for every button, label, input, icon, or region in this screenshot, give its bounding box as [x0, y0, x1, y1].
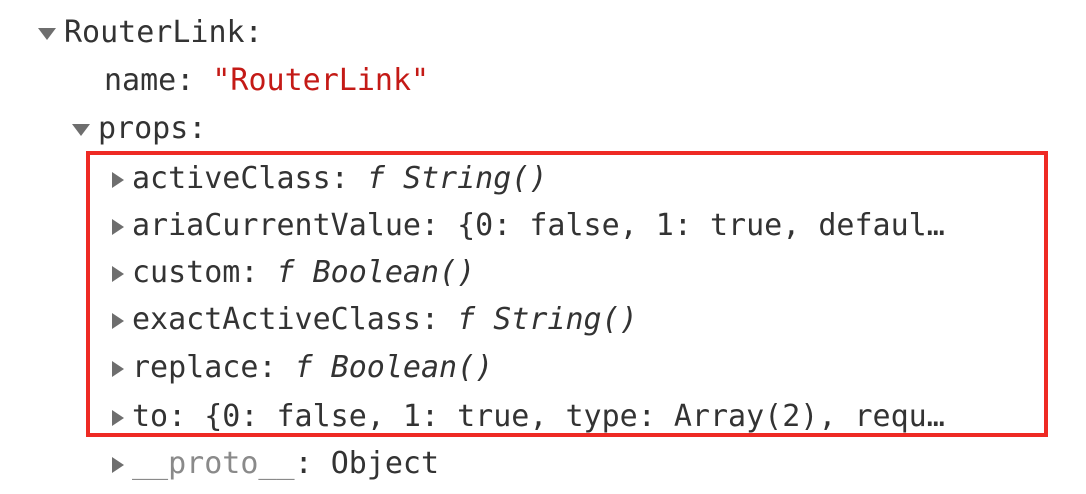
props-node-row[interactable]: props:	[72, 107, 206, 151]
props-highlight-box	[86, 151, 1048, 437]
proto-key: __proto__	[132, 446, 295, 481]
props-node-colon: :	[188, 111, 207, 146]
name-property-sep: :	[176, 63, 213, 98]
expand-arrow-down-icon[interactable]	[38, 27, 56, 40]
name-property-key: name	[104, 63, 177, 98]
name-property-value: "RouterLink"	[212, 63, 430, 98]
root-node-row[interactable]: RouterLink:	[38, 11, 263, 55]
proto-value: Object	[330, 446, 440, 481]
props-node-label: props	[98, 111, 189, 146]
root-node-colon: :	[244, 15, 263, 50]
expand-arrow-down-icon[interactable]	[72, 123, 90, 136]
name-property-row: name: "RouterLink"	[104, 59, 429, 103]
expand-arrow-right-icon[interactable]	[112, 456, 124, 473]
proto-sep: :	[294, 446, 331, 481]
proto-row[interactable]: __proto__: Object	[112, 442, 439, 486]
root-node-label: RouterLink	[64, 15, 245, 50]
